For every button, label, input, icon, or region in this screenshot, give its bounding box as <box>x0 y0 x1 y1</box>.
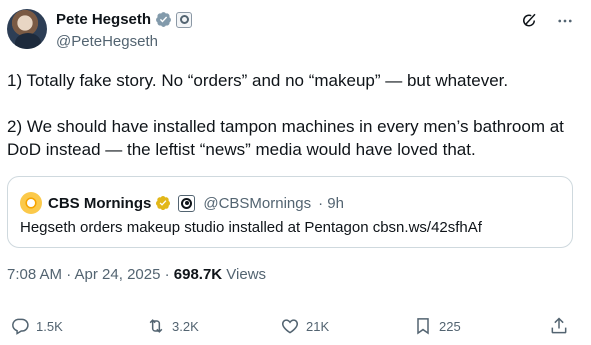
quoted-tweet-header: CBS Mornings @CBSMornings · 9h <box>20 192 344 214</box>
author-avatar[interactable] <box>7 9 47 49</box>
grok-icon[interactable] <box>519 11 539 31</box>
author-name[interactable]: Pete Hegseth <box>56 11 151 28</box>
action-bar: 1.5K 3.2K 21K 225 <box>0 310 591 344</box>
cbs-affiliate-icon[interactable] <box>178 194 196 212</box>
views-count: 698.7K <box>173 266 223 283</box>
top-actions <box>519 11 575 31</box>
repost-button[interactable]: 3.2K <box>146 316 199 336</box>
author-name-row: Pete Hegseth <box>56 11 193 28</box>
quoted-author-name[interactable]: CBS Mornings <box>48 195 151 212</box>
reply-button[interactable]: 1.5K <box>10 316 63 336</box>
gold-verified-badge-icon[interactable] <box>155 195 171 211</box>
bookmark-icon <box>417 318 429 335</box>
tweet-paragraph-2: 2) We should have installed tampon machi… <box>7 117 564 159</box>
verified-badge-icon[interactable] <box>155 11 172 28</box>
quoted-time[interactable]: · 9h <box>318 195 344 212</box>
like-count: 21K <box>306 318 330 334</box>
quoted-tweet-text: Hegseth orders makeup studio installed a… <box>20 219 482 236</box>
tweet-text: 1) Totally fake story. No “orders” and n… <box>7 69 577 161</box>
quoted-author-handle[interactable]: @CBSMornings <box>203 195 311 212</box>
more-icon[interactable] <box>555 11 575 31</box>
reply-icon <box>12 318 29 335</box>
author-handle[interactable]: @PeteHegseth <box>56 33 158 50</box>
share-button[interactable] <box>549 316 569 336</box>
quoted-author-avatar[interactable] <box>20 192 42 214</box>
government-affiliation-icon[interactable] <box>176 11 193 28</box>
tweet-timestamp[interactable]: 7:08 AM · Apr 24, 2025 · <box>7 266 174 283</box>
repost-icon <box>149 319 163 333</box>
bookmark-count: 225 <box>439 318 461 334</box>
tweet-paragraph-1: 1) Totally fake story. No “orders” and n… <box>7 71 509 90</box>
quoted-tweet-card[interactable]: CBS Mornings @CBSMornings · 9h Hegseth o… <box>7 176 573 248</box>
repost-count: 3.2K <box>172 318 199 334</box>
like-icon <box>281 319 299 334</box>
views-label: Views <box>222 266 267 283</box>
reply-count: 1.5K <box>36 318 63 334</box>
bookmark-button[interactable]: 225 <box>413 316 461 336</box>
tweet-meta: 7:08 AM · Apr 24, 2025 · 698.7K Views <box>7 266 266 283</box>
share-icon <box>551 317 567 334</box>
like-button[interactable]: 21K <box>280 316 329 336</box>
